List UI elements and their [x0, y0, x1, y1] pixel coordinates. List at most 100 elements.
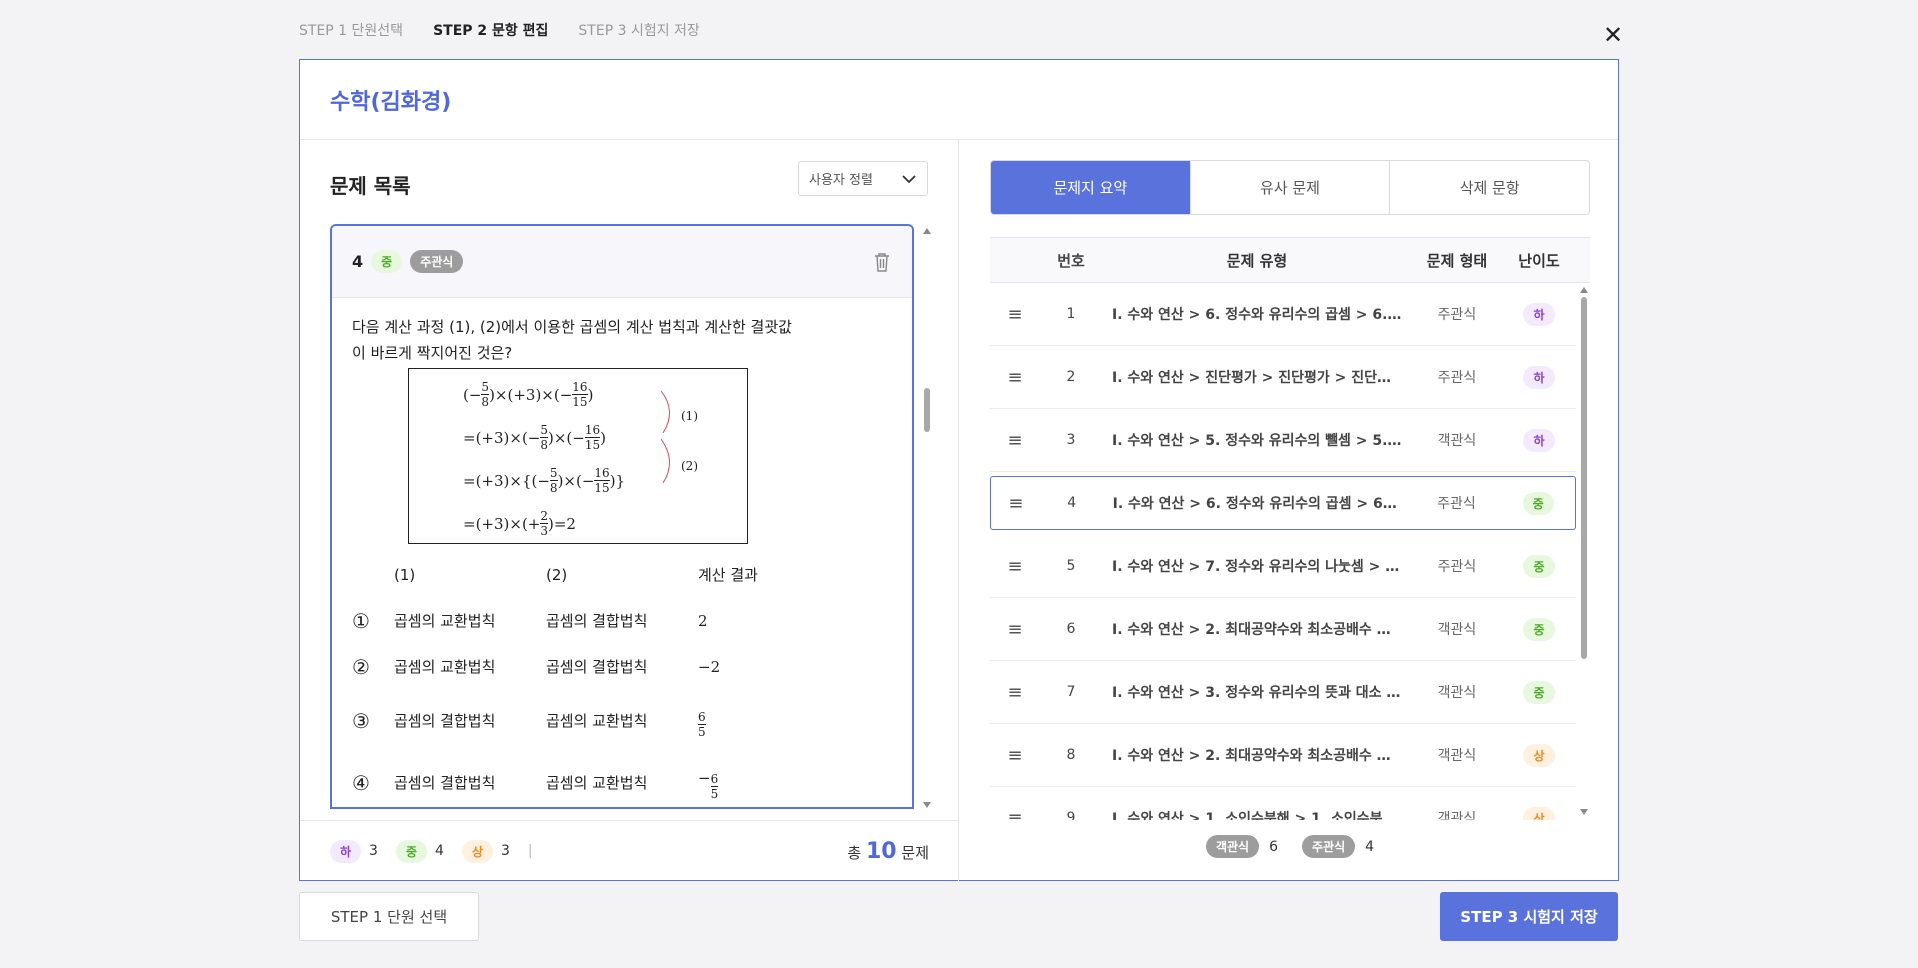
option-result: −2 — [698, 658, 721, 676]
math-tag-1: (1) — [681, 409, 698, 423]
question-text: 다음 계산 과정 (1), (2)에서 이용한 곱셈의 계산 법칙과 계산한 결… — [352, 318, 792, 362]
sort-dropdown[interactable]: 사용자 정렬 — [798, 161, 928, 196]
drag-handle-icon[interactable]: ≡ — [990, 682, 1040, 703]
step-arrows-icon — [660, 390, 670, 484]
answer-option[interactable]: ④ 곱셈의 결합법칙 곱셈의 교환법칙 −6 5 — [352, 752, 892, 807]
table-row[interactable]: ≡ 9 Ⅰ. 수와 연산 > 1. 소인수분해 > 1. 소인수분해 ... 객… — [990, 787, 1576, 820]
high-count: 3 — [500, 843, 510, 859]
option-mark: ③ — [352, 709, 370, 733]
option-result: 2 — [698, 612, 708, 630]
option-law-1: 곱셈의 결합법칙 — [394, 712, 496, 730]
row-number: 5 — [1066, 558, 1076, 574]
row-form: 객관식 — [1437, 685, 1477, 701]
question-form-summary: 객관식 6 주관식 4 — [960, 835, 1620, 858]
row-form: 객관식 — [1437, 748, 1477, 764]
high-difficulty-badge: 상 — [461, 839, 493, 863]
row-type: Ⅰ. 수와 연산 > 2. 최대공약수와 최소공배수 > ... — [1112, 748, 1410, 764]
answer-option[interactable]: ① 곱셈의 교환법칙 곱셈의 결합법칙 2 — [352, 598, 892, 644]
option-header-3: 계산 결과 — [698, 566, 758, 584]
close-icon[interactable]: ✕ — [1601, 23, 1625, 48]
question-card[interactable]: 4 중 주관식 다음 계산 과정 (1), (2)에서 이용한 곱셈의 계산 법… — [330, 224, 914, 809]
step3-save-test-button[interactable]: STEP 3 시험지 저장 — [1440, 892, 1618, 941]
option-mark: ④ — [352, 771, 370, 795]
tab-deleted-questions[interactable]: 삭제 문항 — [1390, 161, 1589, 214]
row-type: Ⅰ. 수와 연산 > 진단평가 > 진단평가 > 진단평가 — [1112, 370, 1403, 386]
fraction: 65 — [710, 772, 719, 801]
row-form: 주관식 — [1437, 559, 1477, 575]
total-count: 10 — [865, 838, 897, 864]
row-type: Ⅰ. 수와 연산 > 7. 정수와 유리수의 나눗셈 > 7.... — [1112, 559, 1412, 575]
row-difficulty-badge: 중 — [1523, 617, 1555, 641]
calculation-box: (− 5 8)×(+3)×(− 16 15) =(+3)×(− 5 8)×(− 16 15) =… — [408, 368, 748, 544]
option-header-2: (2) — [546, 566, 568, 584]
column-number: 번호 — [1057, 251, 1085, 270]
drag-handle-icon[interactable]: ≡ — [990, 556, 1040, 577]
fraction: 65 — [698, 710, 706, 739]
option-law-2: 곱셈의 결합법칙 — [546, 658, 648, 676]
row-difficulty-badge: 하 — [1523, 302, 1555, 326]
answer-option[interactable]: ② 곱셈의 교환법칙 곱셈의 결합법칙 −2 — [352, 644, 892, 690]
row-type: Ⅰ. 수와 연산 > 3. 정수와 유리수의 뜻과 대소 ... — [1112, 685, 1403, 701]
drag-handle-icon[interactable]: ≡ — [991, 493, 1041, 514]
row-type: Ⅰ. 수와 연산 > 6. 정수와 유리수의 곱셈 > 6. ... — [1112, 307, 1409, 323]
table-row[interactable]: ≡ 6 Ⅰ. 수와 연산 > 2. 최대공약수와 최소공배수 > ... 객관식… — [990, 598, 1576, 661]
option-mark: ② — [352, 655, 370, 679]
row-difficulty-badge: 중 — [1523, 680, 1555, 704]
question-number: 4 — [352, 252, 364, 271]
mid-difficulty-badge: 중 — [395, 839, 428, 863]
editor-modal: 수학(김화경) 문제 목록 사용자 정렬 4 중 주관식 다음 계산 과정 (1… — [299, 59, 1619, 881]
tab-similar-questions[interactable]: 유사 문제 — [1191, 161, 1391, 214]
summary-list-scrollbar[interactable] — [1578, 283, 1590, 820]
step-navigation: STEP 1 단원선택 STEP 2 문항 편집 STEP 3 시험지 저장 — [299, 20, 700, 40]
step-1-label[interactable]: STEP 1 단원선택 — [299, 20, 403, 40]
trash-icon[interactable] — [872, 251, 892, 273]
row-difficulty-badge: 상 — [1523, 806, 1555, 820]
objective-count: 6 — [1269, 838, 1278, 855]
row-type: Ⅰ. 수와 연산 > 1. 소인수분해 > 1. 소인수분해 ... — [1112, 811, 1412, 820]
chevron-down-icon — [902, 174, 916, 183]
row-form: 주관식 — [1437, 370, 1477, 386]
table-row[interactable]: ≡ 8 Ⅰ. 수와 연산 > 2. 최대공약수와 최소공배수 > ... 객관식… — [990, 724, 1576, 787]
table-row[interactable]: ≡ 5 Ⅰ. 수와 연산 > 7. 정수와 유리수의 나눗셈 > 7.... 주… — [990, 535, 1576, 598]
total-suffix: 문제 — [901, 843, 929, 862]
row-difficulty-badge: 중 — [1522, 491, 1554, 515]
step-3-label[interactable]: STEP 3 시험지 저장 — [578, 20, 699, 40]
drag-handle-icon[interactable]: ≡ — [990, 430, 1040, 451]
option-law-1: 곱셈의 결합법칙 — [394, 774, 496, 792]
question-summary-list: ≡ 1 Ⅰ. 수와 연산 > 6. 정수와 유리수의 곱셈 > 6. ... 주… — [990, 283, 1576, 820]
answer-option[interactable]: ③ 곱셈의 결합법칙 곱셈의 교환법칙 65 — [352, 690, 892, 752]
row-difficulty-badge: 하 — [1523, 365, 1555, 389]
option-result: −6 5 — [698, 769, 719, 801]
tab-summary[interactable]: 문제지 요약 — [991, 161, 1191, 214]
table-row[interactable]: ≡ 3 Ⅰ. 수와 연산 > 5. 정수와 유리수의 뺄셈 > 5. ... 객… — [990, 409, 1576, 472]
table-row[interactable]: ≡ 7 Ⅰ. 수와 연산 > 3. 정수와 유리수의 뜻과 대소 ... 객관식… — [990, 661, 1576, 724]
subjective-badge: 주관식 — [1302, 835, 1356, 858]
row-type: Ⅰ. 수와 연산 > 2. 최대공약수와 최소공배수 > ... — [1112, 622, 1410, 638]
step1-unit-select-button[interactable]: STEP 1 단원 선택 — [299, 892, 479, 941]
low-difficulty-badge: 하 — [330, 839, 362, 863]
question-list-panel: 문제 목록 사용자 정렬 4 중 주관식 다음 계산 과정 (1), (2)에서… — [300, 140, 959, 881]
separator: | — [527, 843, 533, 859]
drag-handle-icon[interactable]: ≡ — [990, 808, 1040, 821]
table-row[interactable]: ≡ 2 Ⅰ. 수와 연산 > 진단평가 > 진단평가 > 진단평가 주관식 하 — [990, 346, 1576, 409]
objective-badge: 객관식 — [1205, 835, 1260, 858]
question-list-scrollbar[interactable] — [920, 224, 934, 814]
table-row-selected[interactable]: ≡ 4 Ⅰ. 수와 연산 > 6. 정수와 유리수의 곱셈 > 6. ... 주… — [990, 476, 1576, 530]
drag-handle-icon[interactable]: ≡ — [990, 304, 1040, 325]
drag-handle-icon[interactable]: ≡ — [990, 367, 1040, 388]
row-number: 3 — [1066, 432, 1076, 448]
row-number: 2 — [1066, 369, 1076, 385]
drag-handle-icon[interactable]: ≡ — [990, 745, 1040, 766]
step-2-label[interactable]: STEP 2 문항 편집 — [433, 20, 548, 40]
row-form: 주관식 — [1437, 496, 1476, 512]
options-header: (1) (2) 계산 결과 — [352, 562, 892, 588]
mid-count: 4 — [435, 843, 444, 859]
row-type: Ⅰ. 수와 연산 > 6. 정수와 유리수의 곱셈 > 6. ... — [1112, 496, 1409, 512]
table-row[interactable]: ≡ 1 Ⅰ. 수와 연산 > 6. 정수와 유리수의 곱셈 > 6. ... 주… — [990, 283, 1576, 346]
drag-handle-icon[interactable]: ≡ — [990, 619, 1040, 640]
row-form: 객관식 — [1437, 811, 1477, 820]
summary-panel: 문제지 요약 유사 문제 삭제 문항 번호 문제 유형 문제 형태 난이도 ≡ … — [960, 140, 1620, 881]
row-number: 9 — [1066, 810, 1076, 820]
option-mark: ① — [352, 609, 370, 633]
row-type: Ⅰ. 수와 연산 > 5. 정수와 유리수의 뺄셈 > 5. ... — [1112, 433, 1409, 449]
